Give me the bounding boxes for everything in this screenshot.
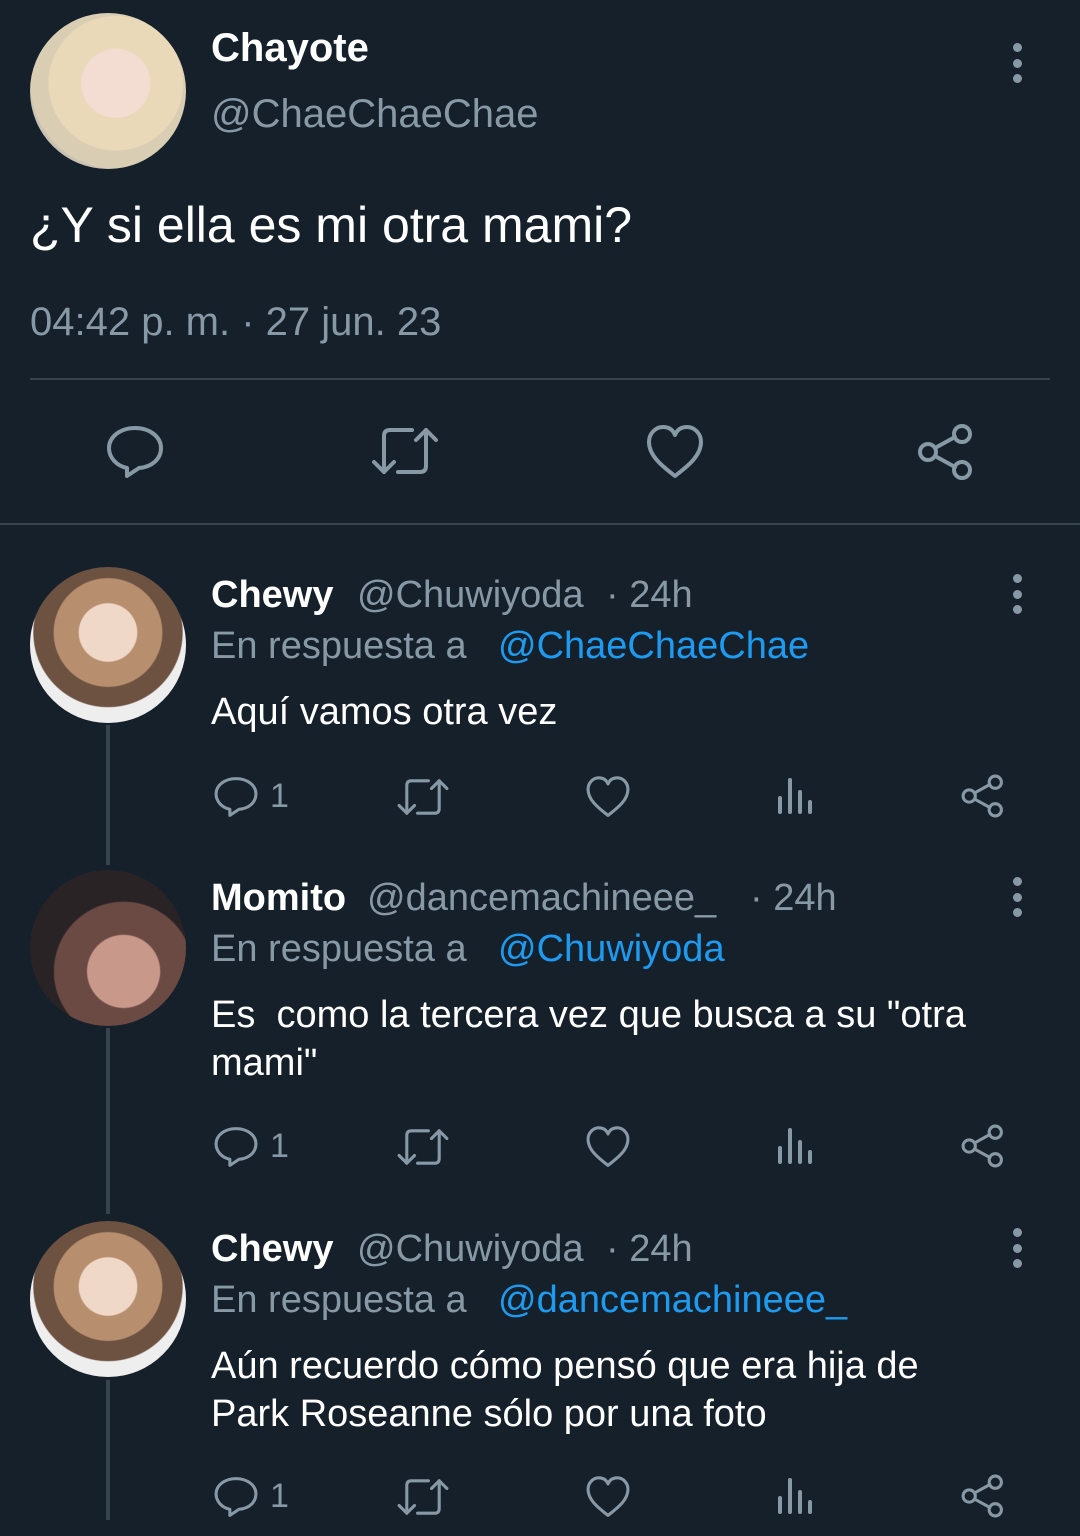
display-name[interactable]: Chewy — [211, 1228, 333, 1271]
avatar[interactable] — [30, 567, 186, 723]
thread-line — [106, 1380, 110, 1520]
divider — [0, 523, 1080, 525]
display-name[interactable]: Chayote — [211, 26, 369, 71]
retweet-icon — [397, 779, 449, 815]
like-icon — [586, 776, 630, 817]
like-icon — [647, 425, 703, 478]
reply-count: 1 — [270, 1127, 289, 1165]
more-options-icon[interactable] — [1010, 1228, 1024, 1268]
handle[interactable]: @dancemachineee_ — [367, 877, 716, 920]
like-icon — [586, 1126, 630, 1167]
like-button[interactable] — [585, 775, 631, 819]
reply-count: 1 — [270, 777, 289, 815]
display-name[interactable]: Momito — [211, 877, 346, 920]
reply-text-line: Aún recuerdo cómo pensó que era hija de — [211, 1345, 919, 1387]
timestamp[interactable]: 04:42 p. m. · 27 jun. 23 — [30, 300, 441, 345]
share-icon — [918, 424, 972, 480]
reply-icon — [214, 1477, 258, 1517]
reply-button[interactable] — [213, 1124, 259, 1170]
handle[interactable]: @Chuwiyoda — [357, 574, 584, 617]
time-ago[interactable]: · 24h — [750, 877, 837, 920]
handle[interactable]: @Chuwiyoda — [357, 1228, 584, 1271]
analytics-icon — [778, 778, 812, 814]
reply-button[interactable] — [213, 1474, 259, 1520]
reply-text-line: mami" — [211, 1042, 318, 1084]
reply-icon — [107, 426, 163, 478]
reply-icon — [214, 1127, 258, 1167]
share-icon — [961, 1474, 1003, 1518]
tweet-text: ¿Y si ella es mi otra mami? — [30, 197, 633, 253]
share-button[interactable] — [960, 1123, 1006, 1169]
handle[interactable]: @ChaeChaeChae — [211, 92, 538, 137]
analytics-icon — [778, 1128, 812, 1164]
divider — [30, 378, 1050, 380]
more-options-icon[interactable] — [1010, 877, 1024, 917]
display-name[interactable]: Chewy — [211, 574, 333, 617]
reply-text-line: Park Roseanne sólo por una foto — [211, 1393, 767, 1435]
reply-text-line: Es como la tercera vez que busca a su "o… — [211, 994, 966, 1036]
thread-line — [106, 1028, 110, 1214]
retweet-button[interactable] — [370, 424, 440, 478]
time-ago[interactable]: · 24h — [606, 574, 693, 617]
retweet-icon — [372, 428, 438, 474]
share-button[interactable] — [916, 422, 976, 482]
reply-text: Aquí vamos otra vez — [211, 691, 558, 733]
reply-icon — [214, 777, 258, 817]
analytics-button[interactable] — [776, 776, 816, 816]
reply-to-label: En respuesta a — [211, 1279, 467, 1321]
retweet-button[interactable] — [396, 1476, 450, 1518]
time-ago[interactable]: · 24h — [606, 1228, 693, 1271]
like-button[interactable] — [585, 1475, 631, 1519]
reply-button[interactable] — [213, 774, 259, 820]
like-button[interactable] — [645, 424, 705, 480]
reply-to-link[interactable]: @dancemachineee_ — [498, 1279, 847, 1322]
reply-to-label: En respuesta a — [211, 928, 467, 970]
more-options-icon[interactable] — [1010, 43, 1024, 83]
share-button[interactable] — [960, 773, 1006, 819]
thread-line — [106, 725, 110, 865]
reply-to-label: En respuesta a — [211, 625, 467, 667]
avatar[interactable] — [30, 1221, 186, 1377]
retweet-button[interactable] — [396, 1126, 450, 1168]
retweet-icon — [397, 1479, 449, 1515]
more-options-icon[interactable] — [1010, 574, 1024, 614]
analytics-button[interactable] — [776, 1126, 816, 1166]
reply-to-link[interactable]: @ChaeChaeChae — [498, 625, 809, 668]
share-icon — [961, 774, 1003, 818]
analytics-button[interactable] — [776, 1476, 816, 1516]
retweet-button[interactable] — [396, 776, 450, 818]
reply-count: 1 — [270, 1477, 289, 1515]
reply-to-link[interactable]: @Chuwiyoda — [498, 928, 725, 971]
reply-button[interactable] — [105, 422, 165, 482]
avatar[interactable] — [30, 870, 186, 1026]
share-button[interactable] — [960, 1473, 1006, 1519]
share-icon — [961, 1124, 1003, 1168]
avatar[interactable] — [30, 13, 186, 169]
like-button[interactable] — [585, 1125, 631, 1169]
retweet-icon — [397, 1129, 449, 1165]
like-icon — [586, 1476, 630, 1517]
analytics-icon — [778, 1478, 812, 1514]
